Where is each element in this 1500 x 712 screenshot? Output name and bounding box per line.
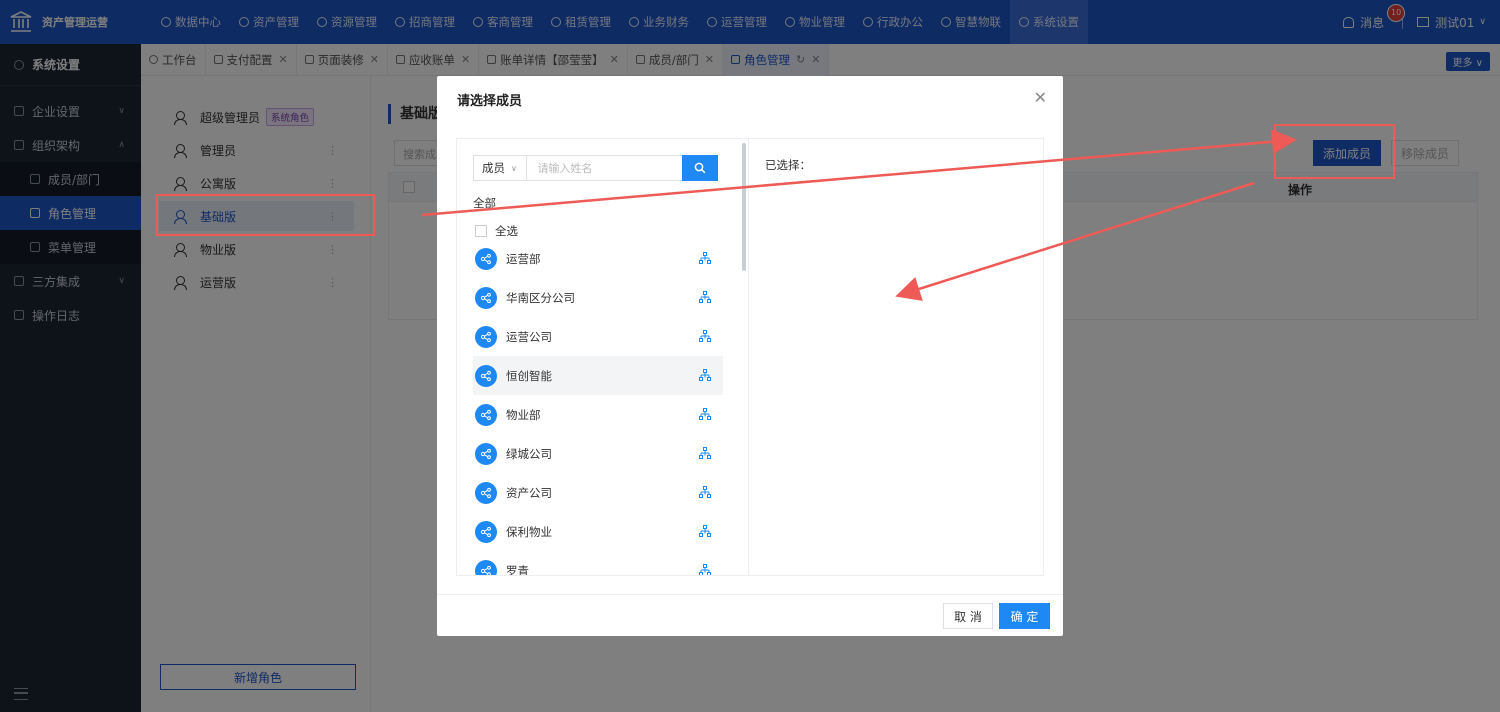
department-item[interactable]: 保利物业 [473, 512, 723, 551]
select-member-dialog: 请选择成员 ✕ 成员 ∨ 全部 全选 运 [437, 76, 1063, 636]
search-icon [694, 162, 706, 174]
department-label: 罗青 [506, 563, 529, 576]
scrollbar[interactable] [742, 143, 746, 271]
highlight-box-basic-role [156, 194, 375, 236]
org-tree-icon[interactable] [699, 486, 711, 501]
department-item[interactable]: 华南区分公司 [473, 278, 723, 317]
department-icon [475, 520, 497, 543]
dialog-title: 请选择成员 [457, 94, 523, 109]
search-type-select[interactable]: 成员 ∨ [474, 156, 528, 180]
department-item[interactable]: 罗青 [473, 551, 723, 575]
department-item[interactable]: 物业部 [473, 395, 723, 434]
org-tree-icon[interactable] [699, 447, 711, 462]
department-icon [475, 286, 497, 309]
department-label: 运营部 [506, 251, 541, 266]
all-departments-label[interactable]: 全部 [473, 195, 496, 211]
department-icon [475, 442, 497, 465]
name-search-input[interactable] [527, 156, 683, 180]
org-tree-icon[interactable] [699, 525, 711, 540]
department-label: 绿城公司 [506, 446, 552, 461]
department-label: 保利物业 [506, 524, 552, 539]
selected-label: 已选择： [765, 158, 811, 172]
select-all-checkbox[interactable] [475, 225, 487, 237]
department-label: 资产公司 [506, 485, 552, 500]
dialog-footer: 取 消 确 定 [437, 594, 1063, 636]
department-icon [475, 403, 497, 426]
select-all-option[interactable]: 全选 [475, 223, 518, 239]
org-tree-icon[interactable] [699, 252, 711, 267]
dialog-body: 成员 ∨ 全部 全选 运营部华南区分公司运营公司恒创智能物业部绿城公司资产公司保… [456, 138, 1044, 576]
department-icon [475, 247, 497, 270]
department-item[interactable]: 恒创智能 [473, 356, 723, 395]
org-tree-icon[interactable] [699, 564, 711, 575]
org-tree-icon[interactable] [699, 291, 711, 306]
org-tree-icon[interactable] [699, 330, 711, 345]
chevron-down-icon: ∨ [511, 163, 517, 173]
selected-pane: 已选择： [749, 139, 1043, 575]
department-label: 物业部 [506, 407, 541, 422]
department-label: 华南区分公司 [506, 290, 575, 305]
department-item[interactable]: 资产公司 [473, 473, 723, 512]
cancel-button[interactable]: 取 消 [943, 603, 993, 629]
org-tree-icon[interactable] [699, 408, 711, 423]
highlight-box-add-member [1274, 124, 1395, 179]
confirm-button[interactable]: 确 定 [999, 603, 1050, 629]
close-icon[interactable]: ✕ [1034, 88, 1047, 107]
department-label: 恒创智能 [506, 368, 552, 383]
department-item[interactable]: 绿城公司 [473, 434, 723, 473]
department-icon [475, 481, 497, 504]
department-item[interactable]: 运营公司 [473, 317, 723, 356]
department-icon [475, 325, 497, 348]
search-type-value: 成员 [482, 161, 505, 175]
member-search-bar: 成员 ∨ [473, 155, 718, 181]
candidate-pane: 成员 ∨ 全部 全选 运营部华南区分公司运营公司恒创智能物业部绿城公司资产公司保… [457, 139, 749, 575]
department-item[interactable]: 运营部 [473, 239, 723, 278]
department-icon [475, 364, 497, 387]
department-icon [475, 559, 497, 575]
select-all-label: 全选 [495, 224, 518, 238]
search-button[interactable] [682, 155, 718, 181]
org-tree-icon[interactable] [699, 369, 711, 384]
department-label: 运营公司 [506, 329, 552, 344]
